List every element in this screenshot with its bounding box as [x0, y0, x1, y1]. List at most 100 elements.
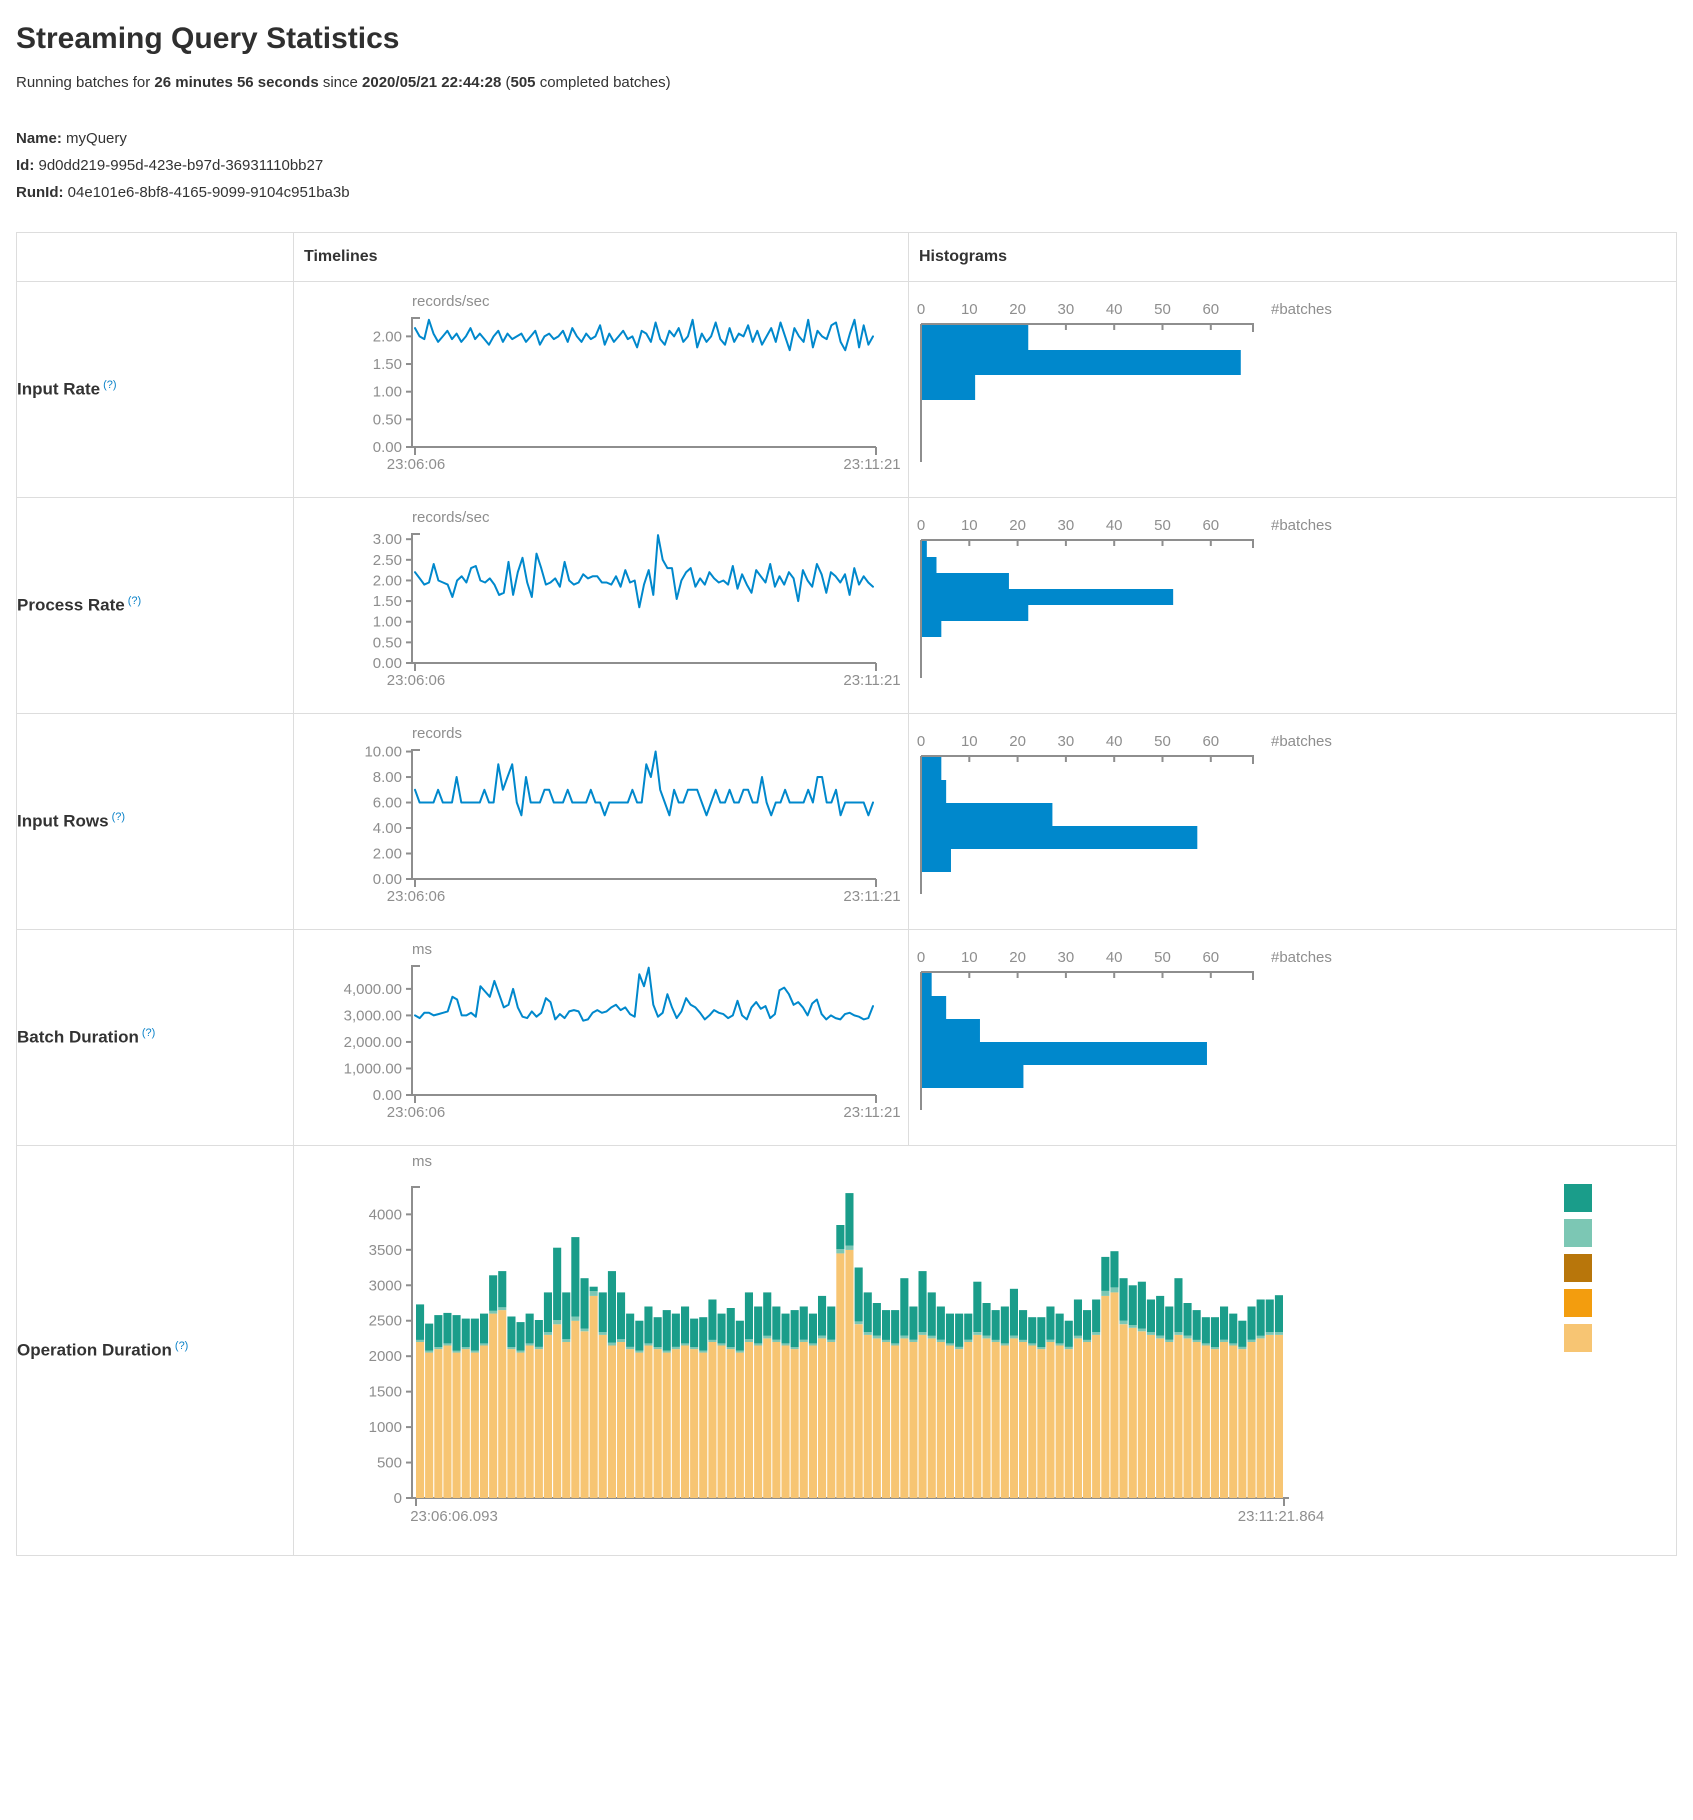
input-rows-help-icon[interactable]: (?) — [112, 811, 125, 823]
streaming-statistics-page: Streaming Query Statistics Running batch… — [0, 0, 1693, 1556]
input-rate-histogram-chart: 0102030405060#batches — [909, 282, 1677, 497]
input-rows-timeline-chart: records0.002.004.006.008.0010.0023:06:06… — [294, 714, 909, 929]
svg-text:20: 20 — [1009, 517, 1026, 534]
operation-duration-help-icon[interactable]: (?) — [175, 1340, 188, 1352]
svg-text:3500: 3500 — [369, 1242, 402, 1259]
input-rate-label-cell: Input Rate(?) — [17, 282, 294, 498]
svg-text:50: 50 — [1154, 517, 1171, 534]
query-name-label: Name: — [16, 130, 62, 147]
query-name-line: Name: myQuery — [16, 125, 1677, 152]
svg-text:2.50: 2.50 — [373, 552, 402, 569]
svg-text:0.50: 0.50 — [373, 634, 402, 651]
svg-text:2.00: 2.00 — [373, 572, 402, 589]
query-id-label: Id: — [16, 157, 34, 174]
query-meta: Name: myQuery Id: 9d0dd219-995d-423e-b97… — [16, 125, 1677, 206]
legend-swatch — [1564, 1289, 1592, 1317]
input-rows-label: Input Rows — [17, 812, 109, 831]
running-duration: 26 minutes 56 seconds — [154, 74, 318, 91]
running-open-paren: ( — [501, 74, 510, 91]
svg-text:0: 0 — [394, 1490, 402, 1507]
svg-text:8.00: 8.00 — [373, 769, 402, 786]
svg-text:1500: 1500 — [369, 1384, 402, 1401]
svg-text:10: 10 — [961, 733, 978, 750]
svg-text:50: 50 — [1154, 301, 1171, 318]
svg-text:60: 60 — [1202, 733, 1219, 750]
svg-text:4000: 4000 — [369, 1206, 402, 1223]
batch-duration-help-icon[interactable]: (?) — [142, 1027, 155, 1039]
operation-duration-label: Operation Duration — [17, 1341, 172, 1360]
process-rate-histogram-chart: 0102030405060#batches — [909, 498, 1677, 713]
svg-text:2.00: 2.00 — [373, 846, 402, 863]
svg-text:40: 40 — [1106, 733, 1123, 750]
svg-text:#batches: #batches — [1271, 301, 1332, 318]
svg-text:10: 10 — [961, 301, 978, 318]
input-rate-label: Input Rate — [17, 380, 100, 399]
svg-text:ms: ms — [412, 941, 432, 958]
svg-text:23:11:21.864: 23:11:21.864 — [1238, 1508, 1324, 1525]
svg-text:40: 40 — [1106, 517, 1123, 534]
svg-text:30: 30 — [1058, 949, 1075, 966]
batch-duration-label: Batch Duration — [17, 1028, 139, 1047]
svg-text:23:11:21: 23:11:21 — [843, 672, 900, 689]
svg-text:4.00: 4.00 — [373, 820, 402, 837]
legend-swatch — [1564, 1254, 1592, 1282]
svg-text:3,000.00: 3,000.00 — [344, 1007, 402, 1024]
svg-text:20: 20 — [1009, 733, 1026, 750]
svg-text:#batches: #batches — [1271, 517, 1332, 534]
svg-text:0.00: 0.00 — [373, 655, 402, 672]
batch-duration-label-cell: Batch Duration(?) — [17, 930, 294, 1146]
svg-text:20: 20 — [1009, 301, 1026, 318]
process-rate-label-cell: Process Rate(?) — [17, 498, 294, 714]
svg-text:2,000.00: 2,000.00 — [344, 1034, 402, 1051]
query-id-line: Id: 9d0dd219-995d-423e-b97d-36931110bb27 — [16, 152, 1677, 179]
running-prefix: Running batches for — [16, 74, 154, 91]
process-rate-help-icon[interactable]: (?) — [128, 595, 141, 607]
svg-text:50: 50 — [1154, 733, 1171, 750]
svg-text:1.50: 1.50 — [373, 356, 402, 373]
query-runid-value: 04e101e6-8bf8-4165-9099-9104c951ba3b — [68, 184, 350, 201]
input-rows-histogram-chart: 0102030405060#batches — [909, 714, 1677, 929]
svg-text:records/sec: records/sec — [412, 509, 490, 526]
input-rate-help-icon[interactable]: (?) — [103, 379, 116, 391]
svg-text:10: 10 — [961, 517, 978, 534]
svg-text:#batches: #batches — [1271, 733, 1332, 750]
timelines-header: Timelines — [294, 233, 909, 282]
svg-text:40: 40 — [1106, 301, 1123, 318]
empty-header-cell — [17, 233, 294, 282]
svg-text:0.50: 0.50 — [373, 411, 402, 428]
input-rate-timeline-chart: records/sec0.000.501.001.502.0023:06:062… — [294, 282, 909, 497]
stats-header-row: Timelines Histograms — [17, 233, 1677, 282]
svg-text:10: 10 — [961, 949, 978, 966]
svg-text:1.00: 1.00 — [373, 614, 402, 631]
running-start-time: 2020/05/21 22:44:28 — [362, 74, 501, 91]
legend-swatch — [1564, 1219, 1592, 1247]
process-rate-timeline-chart: records/sec0.000.501.001.502.002.503.002… — [294, 498, 909, 713]
svg-text:23:06:06: 23:06:06 — [387, 888, 445, 905]
svg-text:10.00: 10.00 — [364, 744, 402, 761]
process-rate-row: Process Rate(?) records/sec 0.00 0.50 1.00 1… — [17, 498, 1677, 714]
input-rows-label-cell: Input Rows(?) — [17, 714, 294, 930]
query-id-value: 9d0dd219-995d-423e-b97d-36931110bb27 — [39, 157, 324, 174]
svg-text:1,000.00: 1,000.00 — [344, 1060, 402, 1077]
svg-text:1.50: 1.50 — [373, 593, 402, 610]
legend-swatch — [1564, 1324, 1592, 1352]
batch-duration-row: Batch Duration(?) ms0.001,000.002,000.00… — [17, 930, 1677, 1146]
svg-text:2000: 2000 — [369, 1348, 402, 1365]
running-batch-count: 505 — [511, 74, 536, 91]
svg-text:2500: 2500 — [369, 1313, 402, 1330]
svg-text:records/sec: records/sec — [412, 293, 490, 310]
svg-text:23:11:21: 23:11:21 — [843, 1104, 900, 1121]
svg-text:40: 40 — [1106, 949, 1123, 966]
query-runid-line: RunId: 04e101e6-8bf8-4165-9099-9104c951b… — [16, 179, 1677, 206]
svg-text:50: 50 — [1154, 949, 1171, 966]
query-name-value: myQuery — [66, 130, 127, 147]
svg-text:0.00: 0.00 — [373, 871, 402, 888]
svg-text:60: 60 — [1202, 301, 1219, 318]
input-rate-row: Input Rate(?) records/sec0.000.501.001.5… — [17, 282, 1677, 498]
svg-text:60: 60 — [1202, 949, 1219, 966]
svg-text:1.00: 1.00 — [373, 384, 402, 401]
batch-duration-timeline-chart: ms0.001,000.002,000.003,000.004,000.0023… — [294, 930, 909, 1145]
svg-text:30: 30 — [1058, 517, 1075, 534]
svg-text:20: 20 — [1009, 949, 1026, 966]
process-rate-label: Process Rate — [17, 596, 125, 615]
